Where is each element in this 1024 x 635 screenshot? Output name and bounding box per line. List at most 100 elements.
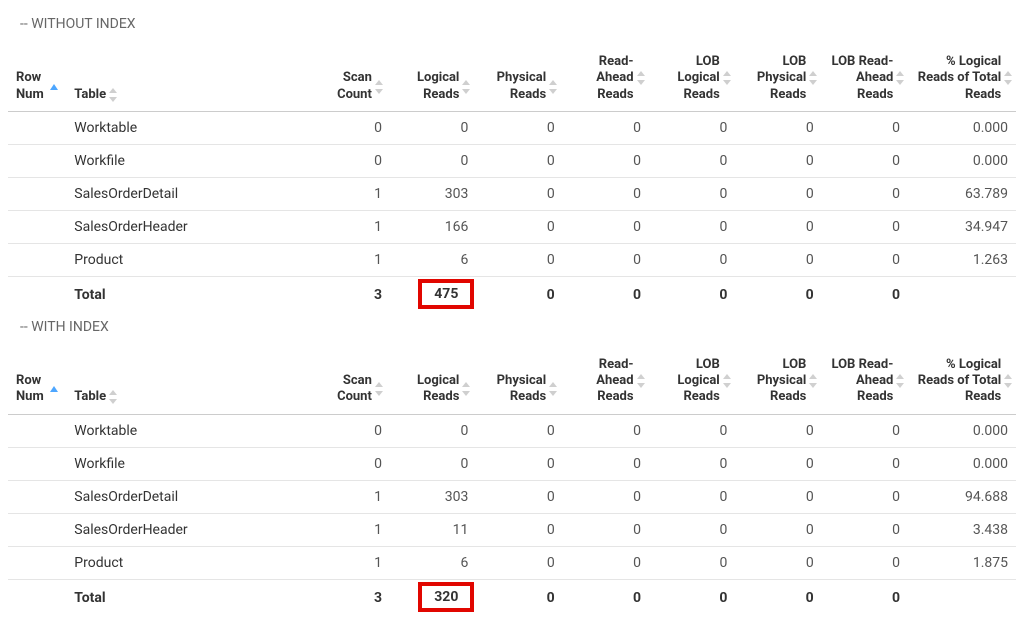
cell-physical-reads: 0 [476,579,562,614]
cell-scan-count: 1 [304,546,390,579]
table-header: Row Num Table Scan Count Logical Reads [8,46,1016,111]
sort-icon [462,80,468,94]
col-header-lob-logical-reads[interactable]: LOB Logical Reads [649,46,735,111]
cell-pct-logical-reads [908,579,1016,614]
cell-lob-read-ahead-reads: 0 [822,414,908,447]
cell-physical-reads: 0 [476,144,562,177]
cell-table-name: Workfile [66,144,303,177]
cell-pct-logical-reads: 3.438 [908,513,1016,546]
cell-row-num [8,177,66,210]
cell-row-num [8,414,66,447]
cell-lob-read-ahead-reads: 0 [822,276,908,311]
col-header-physical-reads[interactable]: Physical Reads [476,349,562,414]
col-header-scan-count[interactable]: Scan Count [304,349,390,414]
cell-read-ahead-reads: 0 [563,177,649,210]
cell-logical-reads: 0 [390,144,476,177]
col-label-scan-count: Scan Count [312,70,372,103]
cell-lob-read-ahead-reads: 0 [822,210,908,243]
col-header-scan-count[interactable]: Scan Count [304,46,390,111]
col-label-read-ahead-reads: Read-Ahead Reads [571,357,634,406]
sort-icon [809,71,813,85]
cell-read-ahead-reads: 0 [563,447,649,480]
cell-row-num [8,111,66,144]
cell-logical-reads: 0 [390,414,476,447]
cell-row-num [8,513,66,546]
cell-read-ahead-reads: 0 [563,414,649,447]
cell-table-name: Worktable [66,414,303,447]
sort-icon [375,382,382,396]
cell-physical-reads: 0 [476,243,562,276]
col-header-logical-reads[interactable]: Logical Reads [390,349,476,414]
table-row: SalesOrderHeader11660000034.947 [8,210,1016,243]
cell-lob-physical-reads: 0 [735,210,821,243]
col-header-lob-read-ahead-reads[interactable]: LOB Read-Ahead Reads [822,46,908,111]
col-label-lob-logical-reads: LOB Logical Reads [657,357,720,406]
col-header-pct-logical-reads[interactable]: % Logical Reads of Total Reads [908,349,1016,414]
cell-scan-count: 3 [304,276,390,311]
col-header-pct-logical-reads[interactable]: % Logical Reads of Total Reads [908,46,1016,111]
cell-physical-reads: 0 [476,177,562,210]
col-label-lob-physical-reads: LOB Physical Reads [743,54,806,103]
table-row: Worktable00000000.000 [8,111,1016,144]
cell-lob-physical-reads: 0 [735,447,821,480]
col-label-row-num: Row Num [16,70,47,103]
col-header-lob-physical-reads[interactable]: LOB Physical Reads [735,349,821,414]
cell-pct-logical-reads: 63.789 [908,177,1016,210]
cell-lob-physical-reads: 0 [735,414,821,447]
col-header-logical-reads[interactable]: Logical Reads [390,46,476,111]
col-header-lob-read-ahead-reads[interactable]: LOB Read-Ahead Reads [822,349,908,414]
sort-icon [109,390,117,404]
col-header-table[interactable]: Table [66,46,303,111]
cell-read-ahead-reads: 0 [563,210,649,243]
cell-lob-logical-reads: 0 [649,447,735,480]
col-header-read-ahead-reads[interactable]: Read-Ahead Reads [563,349,649,414]
cell-physical-reads: 0 [476,276,562,311]
table-row: Product16000001.263 [8,243,1016,276]
cell-table-name: SalesOrderHeader [66,210,303,243]
col-header-table[interactable]: Table [66,349,303,414]
cell-lob-logical-reads: 0 [649,177,735,210]
cell-row-num [8,546,66,579]
col-label-physical-reads: Physical Reads [484,373,546,406]
cell-lob-logical-reads: 0 [649,546,735,579]
col-label-pct-logical-reads: % Logical Reads of Total Reads [916,357,1001,406]
cell-table-name: Worktable [66,111,303,144]
cell-logical-reads-total: 475 [390,276,476,311]
cell-lob-physical-reads: 0 [735,243,821,276]
cell-lob-physical-reads: 0 [735,480,821,513]
col-label-read-ahead-reads: Read-Ahead Reads [571,54,634,103]
col-header-physical-reads[interactable]: Physical Reads [476,46,562,111]
cell-logical-reads: 6 [390,243,476,276]
cell-lob-logical-reads: 0 [649,111,735,144]
col-header-row-num[interactable]: Row Num [8,349,66,414]
cell-total-label: Total [66,579,303,614]
cell-lob-logical-reads: 0 [649,480,735,513]
cell-pct-logical-reads [908,276,1016,311]
cell-scan-count: 0 [304,144,390,177]
col-header-row-num[interactable]: Row Num [8,46,66,111]
col-label-lob-physical-reads: LOB Physical Reads [743,357,806,406]
cell-row-num [8,579,66,614]
col-header-lob-logical-reads[interactable]: LOB Logical Reads [649,349,735,414]
cell-read-ahead-reads: 0 [563,546,649,579]
cell-lob-physical-reads: 0 [735,579,821,614]
col-header-read-ahead-reads[interactable]: Read-Ahead Reads [563,46,649,111]
cell-row-num [8,210,66,243]
sort-asc-icon [50,386,58,392]
cell-logical-reads: 0 [390,447,476,480]
cell-scan-count: 1 [304,210,390,243]
col-label-lob-read-ahead-reads: LOB Read-Ahead Reads [830,54,894,103]
cell-row-num [8,243,66,276]
cell-table-name: SalesOrderHeader [66,513,303,546]
cell-lob-read-ahead-reads: 0 [822,177,908,210]
cell-lob-physical-reads: 0 [735,144,821,177]
sort-icon [896,374,900,388]
col-header-lob-physical-reads[interactable]: LOB Physical Reads [735,46,821,111]
cell-pct-logical-reads: 94.688 [908,480,1016,513]
cell-physical-reads: 0 [476,546,562,579]
cell-lob-read-ahead-reads: 0 [822,243,908,276]
cell-lob-logical-reads: 0 [649,243,735,276]
cell-physical-reads: 0 [476,513,562,546]
cell-physical-reads: 0 [476,447,562,480]
cell-lob-physical-reads: 0 [735,111,821,144]
